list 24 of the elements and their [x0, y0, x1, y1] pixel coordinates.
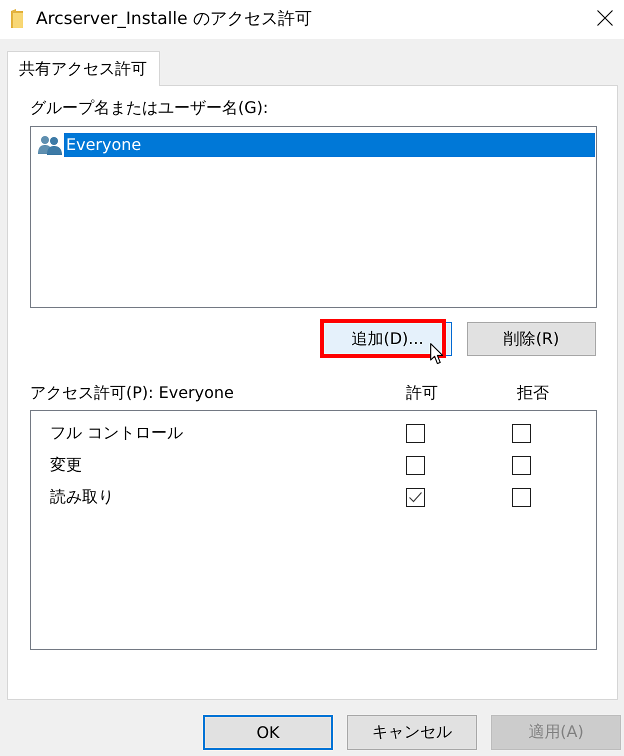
close-icon[interactable]	[597, 10, 613, 26]
users-icon	[38, 135, 62, 155]
allow-checkbox[interactable]	[406, 456, 425, 474]
user-listbox[interactable]: Everyone	[30, 126, 597, 308]
deny-checkbox[interactable]	[512, 456, 531, 474]
permissions-label: アクセス許可(P): Everyone	[30, 382, 235, 404]
column-header: 拒否	[516, 382, 550, 404]
remove-button[interactable]: 削除(R)	[467, 322, 596, 356]
mouse-pointer-icon	[430, 343, 444, 365]
users-label: グループ名またはユーザー名(G):	[30, 97, 270, 119]
allow-checkbox[interactable]	[406, 424, 425, 442]
column-header: 許可	[405, 382, 439, 404]
deny-checkbox[interactable]	[512, 424, 531, 442]
folder-icon	[11, 8, 23, 28]
permission-name: 読み取り	[50, 486, 115, 508]
cancel-button[interactable]: キャンセル	[347, 715, 477, 750]
permission-name: 変更	[50, 454, 83, 476]
deny-checkbox[interactable]	[512, 488, 531, 506]
allow-checkbox[interactable]	[406, 488, 425, 506]
permission-name: フル コントロール	[50, 422, 184, 444]
window-title: Arcserver_Installe のアクセス許可	[36, 8, 313, 30]
ok-button[interactable]: OK	[203, 715, 333, 750]
user-list-item[interactable]: Everyone	[64, 133, 595, 157]
tab[interactable]: 共有アクセス許可	[7, 51, 160, 86]
